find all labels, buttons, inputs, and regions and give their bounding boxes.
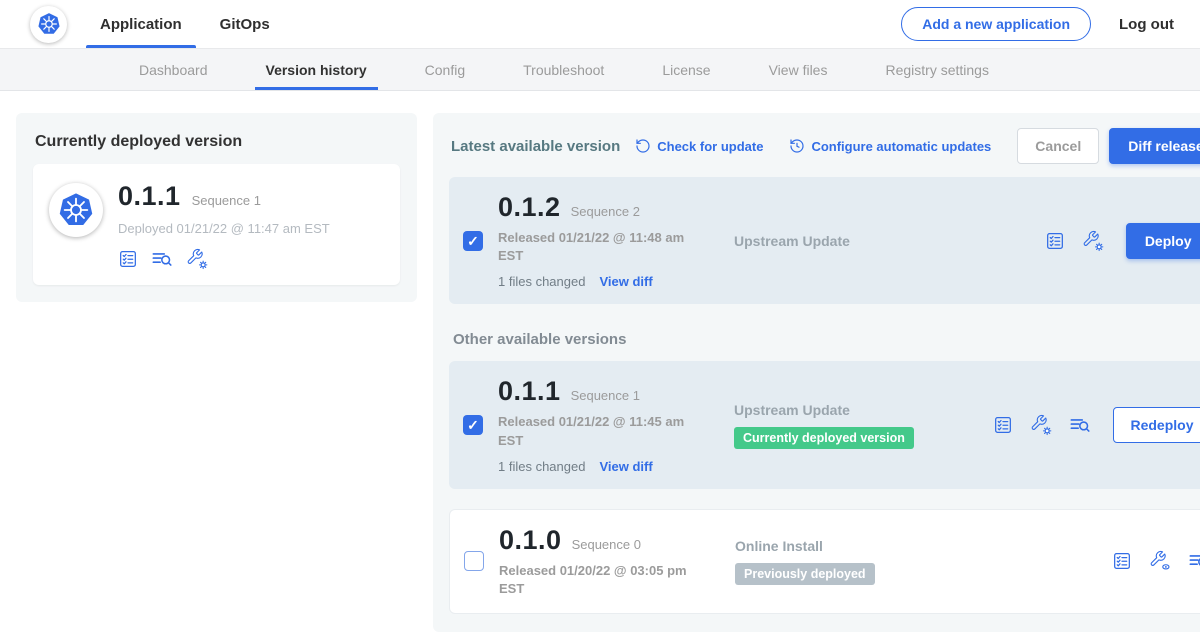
version-source: Upstream Update Currently deployed versi… (710, 402, 993, 449)
currently-deployed-panel: Currently deployed version 0.1.1 Sequenc… (16, 113, 417, 302)
version-row-0-1-0: 0.1.0 Sequence 0 Released 01/20/22 @ 03:… (449, 509, 1200, 614)
files-changed-label: 1 files changed (498, 459, 585, 474)
version-row-0-1-1: 0.1.1 Sequence 1 Released 01/21/22 @ 11:… (449, 361, 1200, 488)
view-diff-link[interactable]: View diff (599, 274, 652, 289)
configure-automatic-updates-link[interactable]: Configure automatic updates (789, 138, 991, 154)
configure-automatic-updates-label: Configure automatic updates (811, 139, 991, 154)
version-info: 0.1.1 Sequence 1 Released 01/21/22 @ 11:… (498, 376, 710, 473)
wrench-gear-icon[interactable] (186, 248, 208, 270)
deployed-version-card: 0.1.1 Sequence 1 Deployed 01/21/22 @ 11:… (33, 164, 400, 285)
version-number: 0.1.2 (498, 192, 561, 223)
other-versions-title: Other available versions (453, 331, 1200, 348)
checklist-icon[interactable] (993, 415, 1013, 435)
kubernetes-logo[interactable] (30, 6, 67, 43)
subnav-troubleshoot-label: Troubleshoot (523, 62, 604, 78)
subnav-version-history[interactable]: Version history (237, 49, 396, 90)
available-versions-header: Latest available version Check for updat… (449, 128, 1200, 164)
files-changed-label: 1 files changed (498, 274, 585, 289)
version-actions: Redeploy (993, 407, 1200, 443)
released-timestamp: Released 01/21/22 @ 11:48 am EST (498, 229, 703, 265)
subnav-registry-settings[interactable]: Registry settings (856, 49, 1017, 90)
app-icon (49, 183, 103, 237)
deployed-timestamp: Deployed 01/21/22 @ 11:47 am EST (118, 221, 330, 236)
subnav-license[interactable]: License (633, 49, 739, 90)
text-search-icon[interactable] (1188, 550, 1200, 572)
subnav-registry-settings-label: Registry settings (885, 62, 988, 78)
logout-link[interactable]: Log out (1119, 16, 1174, 33)
redeploy-button[interactable]: Redeploy (1113, 407, 1200, 443)
view-diff-link[interactable]: View diff (599, 459, 652, 474)
currently-deployed-title: Currently deployed version (33, 133, 400, 151)
subnav-dashboard[interactable]: Dashboard (110, 49, 237, 90)
latest-available-title: Latest available version (451, 138, 620, 155)
version-number: 0.1.0 (499, 525, 562, 556)
clock-refresh-icon (789, 138, 805, 154)
version-sequence: Sequence 0 (572, 537, 641, 552)
add-application-button[interactable]: Add a new application (901, 7, 1091, 41)
version-actions (1112, 550, 1200, 572)
main-content: Currently deployed version 0.1.1 Sequenc… (0, 91, 1200, 632)
text-search-icon[interactable] (1069, 414, 1091, 436)
checklist-icon[interactable] (118, 249, 138, 269)
version-sequence: Sequence 2 (571, 204, 640, 219)
released-timestamp: Released 01/21/22 @ 11:45 am EST (498, 413, 703, 449)
subnav-dashboard-label: Dashboard (139, 62, 208, 78)
wrench-eye-icon[interactable] (1149, 550, 1171, 572)
version-checkbox[interactable] (463, 231, 483, 251)
topnav-right: Add a new application Log out (901, 7, 1174, 41)
deploy-button[interactable]: Deploy (1126, 223, 1200, 259)
tab-application[interactable]: Application (100, 0, 182, 48)
check-for-update-label: Check for update (657, 139, 763, 154)
deployed-version-number: 0.1.1 (118, 181, 181, 212)
tab-gitops-label: GitOps (220, 16, 270, 33)
subnav-config[interactable]: Config (396, 49, 494, 90)
version-info: 0.1.0 Sequence 0 Released 01/20/22 @ 03:… (499, 525, 711, 598)
top-navbar: Application GitOps Add a new application… (0, 0, 1200, 49)
currently-deployed-badge: Currently deployed version (734, 427, 914, 449)
subnav-troubleshoot[interactable]: Troubleshoot (494, 49, 633, 90)
subnav-version-history-label: Version history (266, 62, 367, 78)
cancel-button[interactable]: Cancel (1017, 128, 1099, 164)
tab-gitops[interactable]: GitOps (220, 0, 270, 48)
subnav-view-files[interactable]: View files (740, 49, 857, 90)
version-sequence: Sequence 1 (571, 388, 640, 403)
refresh-icon (635, 138, 651, 154)
subnav-view-files-label: View files (769, 62, 828, 78)
version-actions: Deploy (1045, 223, 1200, 259)
diff-releases-button[interactable]: Diff releases (1109, 128, 1200, 164)
top-tabs: Application GitOps (100, 0, 270, 48)
source-label: Upstream Update (734, 402, 993, 418)
checklist-icon[interactable] (1112, 551, 1132, 571)
wrench-gear-icon[interactable] (1030, 414, 1052, 436)
deployed-version-details: 0.1.1 Sequence 1 Deployed 01/21/22 @ 11:… (118, 181, 330, 270)
version-checkbox[interactable] (463, 415, 483, 435)
deployed-sequence: Sequence 1 (192, 193, 261, 208)
version-number: 0.1.1 (498, 376, 561, 407)
source-label: Online Install (735, 538, 1112, 554)
version-source: Online Install Previously deployed (711, 538, 1112, 585)
version-checkbox[interactable] (464, 551, 484, 571)
version-source: Upstream Update (710, 233, 1045, 249)
version-row-0-1-2: 0.1.2 Sequence 2 Released 01/21/22 @ 11:… (449, 177, 1200, 304)
version-info: 0.1.2 Sequence 2 Released 01/21/22 @ 11:… (498, 192, 710, 289)
subnav-config-label: Config (425, 62, 465, 78)
released-timestamp: Released 01/20/22 @ 03:05 pm EST (499, 562, 704, 598)
source-label: Upstream Update (734, 233, 1045, 249)
check-for-update-link[interactable]: Check for update (635, 138, 763, 154)
previously-deployed-badge: Previously deployed (735, 563, 875, 585)
wrench-gear-icon[interactable] (1082, 230, 1104, 252)
text-search-icon[interactable] (151, 248, 173, 270)
app-subnav: Dashboard Version history Config Trouble… (0, 49, 1200, 91)
checklist-icon[interactable] (1045, 231, 1065, 251)
available-versions-panel: Latest available version Check for updat… (433, 113, 1200, 632)
subnav-license-label: License (662, 62, 710, 78)
tab-application-label: Application (100, 16, 182, 33)
